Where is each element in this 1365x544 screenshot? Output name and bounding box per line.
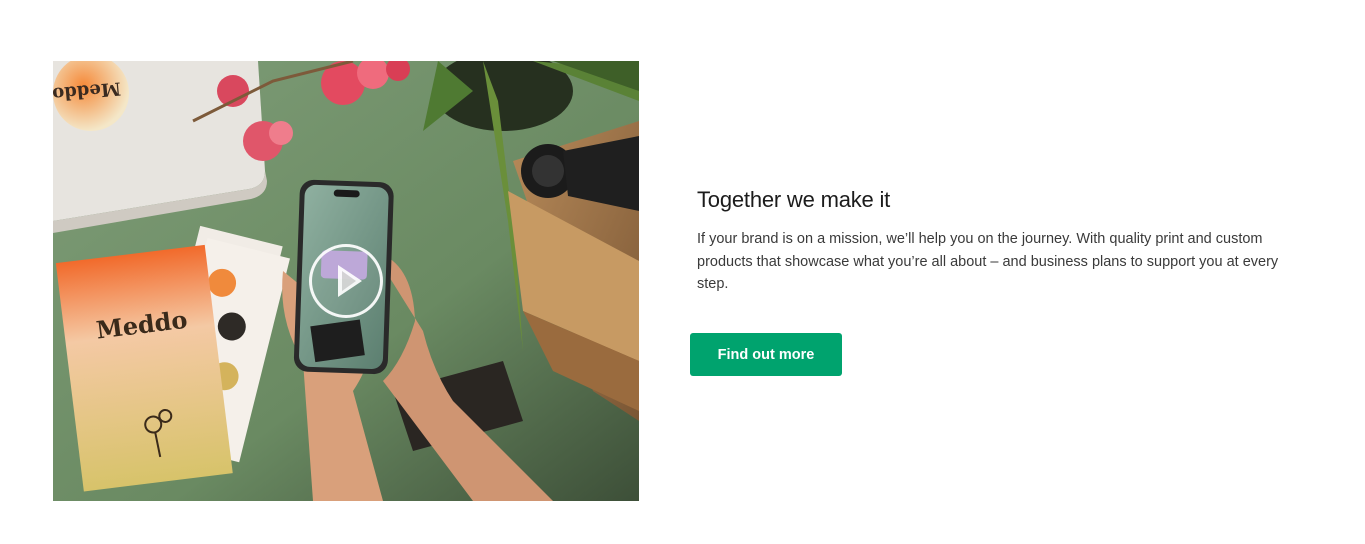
feature-description: If your brand is on a mission, we’ll hel…	[697, 231, 1279, 292]
play-icon	[338, 265, 362, 297]
play-video-button[interactable]	[309, 244, 383, 318]
feature-title: Together we make it	[697, 187, 891, 212]
find-out-more-button[interactable]: Find out more	[690, 333, 842, 376]
feature-content: Together we make it If your brand is on …	[697, 186, 1307, 296]
feature-section: Meddo Meddo Together we make it If your …	[0, 0, 1365, 544]
promo-video-thumbnail[interactable]: Meddo Meddo	[53, 61, 639, 501]
